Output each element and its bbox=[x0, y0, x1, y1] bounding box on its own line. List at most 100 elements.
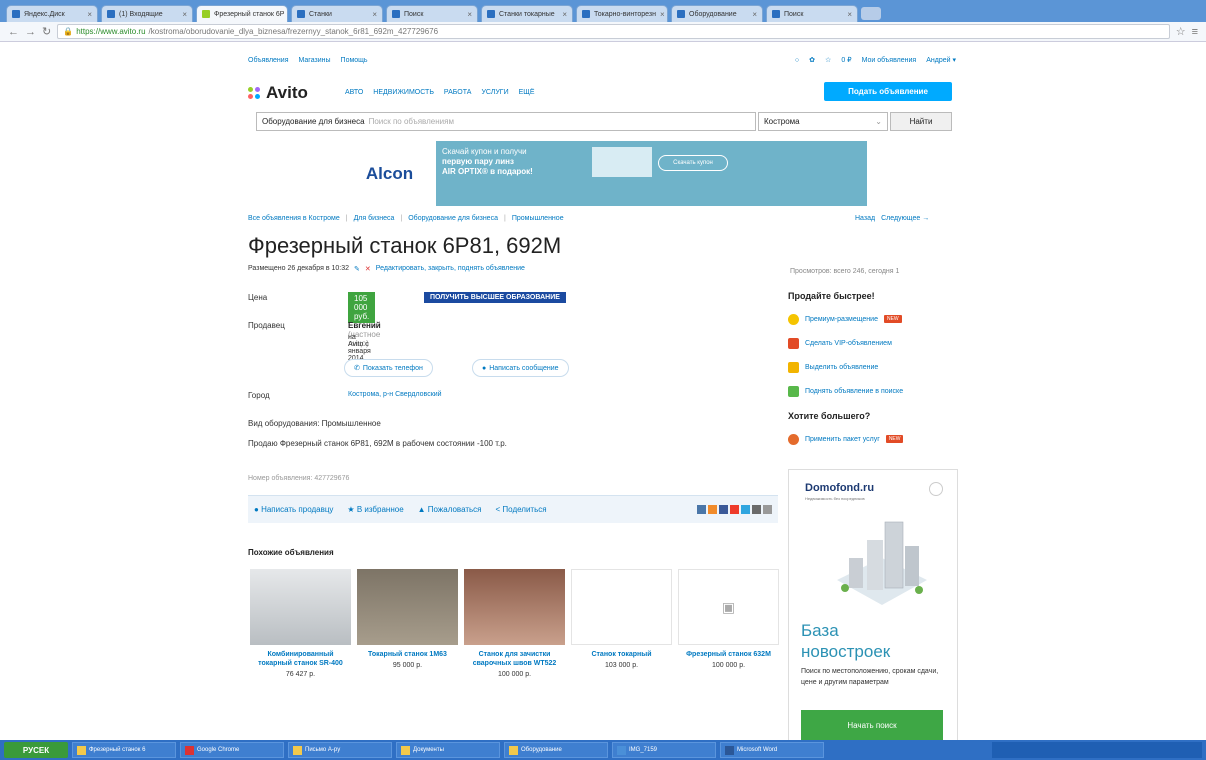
category-jobs[interactable]: РАБОТА bbox=[444, 89, 472, 96]
share-link[interactable]: < Поделиться bbox=[496, 505, 547, 514]
find-button[interactable]: Найти bbox=[890, 112, 952, 131]
banner-button[interactable]: Скачать купон bbox=[658, 155, 728, 171]
post-ad-button[interactable]: Подать объявление bbox=[824, 82, 952, 101]
close-tab-icon[interactable]: × bbox=[372, 10, 377, 19]
link-icon[interactable] bbox=[763, 505, 772, 514]
top-navigation: Объявления Магазины Помощь ○ ✿ ☆ 0 ₽ Мои… bbox=[248, 53, 956, 67]
edit-links[interactable]: Редактировать, закрыть, поднять объявлен… bbox=[376, 265, 525, 273]
similar-item[interactable]: Токарный станок 1М63 95 000 р. bbox=[357, 569, 458, 669]
show-phone-button[interactable]: ✆ Показать телефон bbox=[344, 359, 433, 377]
buildings-illustration bbox=[837, 521, 927, 605]
domofond-ad[interactable]: Domofond.ru Недвижимость без посредников… bbox=[788, 469, 958, 740]
forward-icon[interactable]: → bbox=[25, 26, 36, 38]
raise-link[interactable]: Поднять объявление в поиске bbox=[788, 379, 958, 403]
close-tab-icon[interactable]: × bbox=[87, 10, 92, 19]
system-tray[interactable] bbox=[992, 742, 1202, 758]
close-tab-icon[interactable]: × bbox=[562, 10, 567, 19]
new-badge: NEW bbox=[885, 435, 904, 443]
city-select[interactable]: Кострома ⌄ bbox=[758, 112, 888, 131]
browser-tab[interactable]: Поиск × bbox=[766, 5, 858, 22]
taskbar-item[interactable]: Google Chrome bbox=[180, 742, 284, 758]
ad-banner[interactable]: Alcon Скачай купон и получи первую пару … bbox=[343, 141, 867, 206]
banner-logo: Alcon bbox=[343, 141, 436, 206]
start-button[interactable]: РУСЕК bbox=[4, 742, 68, 758]
category-realty[interactable]: НЕДВИЖИМОСТЬ bbox=[373, 89, 434, 96]
city-label: Город bbox=[248, 391, 270, 400]
category-services[interactable]: УСЛУГИ bbox=[481, 89, 508, 96]
vk-icon[interactable] bbox=[697, 505, 706, 514]
report-link[interactable]: ▲ Пожаловаться bbox=[418, 505, 482, 514]
new-tab-button[interactable] bbox=[861, 7, 881, 20]
views-count: Просмотров: всего 246, сегодня 1 bbox=[790, 268, 900, 275]
contact-seller-link[interactable]: ● Написать продавцу bbox=[254, 505, 333, 514]
wallet-balance[interactable]: 0 ₽ bbox=[841, 56, 851, 64]
category-auto[interactable]: АВТО bbox=[345, 89, 363, 96]
topnav-shops[interactable]: Магазины bbox=[299, 57, 331, 64]
app-icon bbox=[725, 745, 734, 755]
favicon-icon bbox=[392, 10, 400, 18]
url-field[interactable]: 🔒 https://www.avito.ru/kostroma/oborudov… bbox=[57, 24, 1170, 39]
taskbar-item[interactable]: Фрезерный станок 6 bbox=[72, 742, 176, 758]
messages-icon[interactable]: ○ bbox=[795, 57, 799, 64]
close-tab-icon[interactable]: × bbox=[660, 10, 665, 19]
close-tab-icon[interactable]: × bbox=[467, 10, 472, 19]
twitter-icon[interactable] bbox=[741, 505, 750, 514]
package-link[interactable]: Применить пакет услуг NEW bbox=[788, 427, 958, 451]
mailru-icon[interactable] bbox=[730, 505, 739, 514]
taskbar-item[interactable]: Оборудование bbox=[504, 742, 608, 758]
ad-close-icon[interactable] bbox=[929, 482, 943, 496]
favorite-link[interactable]: ★ В избранное bbox=[347, 505, 403, 514]
browser-tab[interactable]: Токарно-винторезн × bbox=[576, 5, 668, 22]
browser-tab[interactable]: (1) Входящие × bbox=[101, 5, 193, 22]
close-tab-icon[interactable]: × bbox=[752, 10, 757, 19]
browser-tab[interactable]: Яндекс.Диск × bbox=[6, 5, 98, 22]
similar-item[interactable]: Комбинированный токарный станок SR-400 7… bbox=[250, 569, 351, 678]
next-link[interactable]: Следующее → bbox=[881, 215, 929, 222]
ok-icon[interactable] bbox=[708, 505, 717, 514]
taskbar-item[interactable]: Документы bbox=[396, 742, 500, 758]
category-more[interactable]: ЕЩЁ bbox=[519, 89, 535, 96]
similar-item[interactable]: Станок токарный 103 000 р. bbox=[571, 569, 672, 669]
city-link[interactable]: Кострома, р-н Свердловский bbox=[348, 391, 442, 398]
close-tab-icon[interactable]: × bbox=[182, 10, 187, 19]
reload-icon[interactable]: ↻ bbox=[42, 25, 51, 38]
favorites-icon[interactable]: ☆ bbox=[825, 56, 831, 64]
start-search-button[interactable]: Начать поиск bbox=[801, 710, 943, 740]
browser-tab[interactable]: Оборудование × bbox=[671, 5, 763, 22]
action-bar: ● Написать продавцу ★ В избранное ▲ Пожа… bbox=[248, 495, 778, 523]
browser-tab-active[interactable]: Фрезерный станок 6Р× bbox=[196, 5, 288, 22]
taskbar-item[interactable]: Письмо А-ру bbox=[288, 742, 392, 758]
premium-link[interactable]: Премиум-размещение NEW bbox=[788, 307, 958, 331]
write-message-button[interactable]: ● Написать сообщение bbox=[472, 359, 569, 377]
back-icon[interactable]: ← bbox=[8, 26, 19, 38]
facebook-icon[interactable] bbox=[719, 505, 728, 514]
user-menu[interactable]: Андрей ▾ bbox=[926, 56, 956, 64]
back-link[interactable]: Назад bbox=[855, 215, 875, 222]
close-tab-icon[interactable]: × bbox=[847, 10, 852, 19]
settings-icon[interactable]: ✿ bbox=[809, 56, 815, 64]
avito-logo[interactable]: Avito bbox=[248, 83, 308, 103]
topnav-ads[interactable]: Объявления bbox=[248, 57, 289, 64]
browser-tab[interactable]: Станки × bbox=[291, 5, 383, 22]
vip-link[interactable]: Сделать VIP-объявлением bbox=[788, 331, 958, 355]
topnav-help[interactable]: Помощь bbox=[341, 57, 368, 64]
menu-icon[interactable]: ≡ bbox=[1192, 26, 1198, 38]
my-ads-link[interactable]: Мои объявления bbox=[862, 57, 917, 64]
breadcrumb-item[interactable]: Промышленное bbox=[512, 215, 564, 222]
search-input[interactable]: Оборудование для бизнеса Поиск по объявл… bbox=[256, 112, 756, 131]
breadcrumb-item[interactable]: Для бизнеса bbox=[354, 215, 395, 222]
breadcrumb-item[interactable]: Оборудование для бизнеса bbox=[408, 215, 498, 222]
camera-icon: ▣ bbox=[721, 598, 736, 615]
taskbar-item[interactable]: Microsoft Word bbox=[720, 742, 824, 758]
browser-tab[interactable]: Станки токарные × bbox=[481, 5, 573, 22]
similar-item[interactable]: ▣ Фрезерный станок 632М 100 000 р. bbox=[678, 569, 779, 669]
browser-tab[interactable]: Поиск × bbox=[386, 5, 478, 22]
education-banner[interactable]: ПОЛУЧИТЬ ВЫСШЕЕ ОБРАЗОВАНИЕ bbox=[424, 292, 566, 303]
listing-navigation: Назад Следующее → bbox=[855, 215, 929, 222]
email-icon[interactable] bbox=[752, 505, 761, 514]
star-icon[interactable]: ☆ bbox=[1176, 25, 1186, 38]
taskbar-item[interactable]: IMG_7159 bbox=[612, 742, 716, 758]
similar-item[interactable]: Станок для зачистки сварочных швов WT522… bbox=[464, 569, 565, 678]
highlight-link[interactable]: Выделить объявление bbox=[788, 355, 958, 379]
breadcrumb-item[interactable]: Все объявления в Костроме bbox=[248, 215, 340, 222]
